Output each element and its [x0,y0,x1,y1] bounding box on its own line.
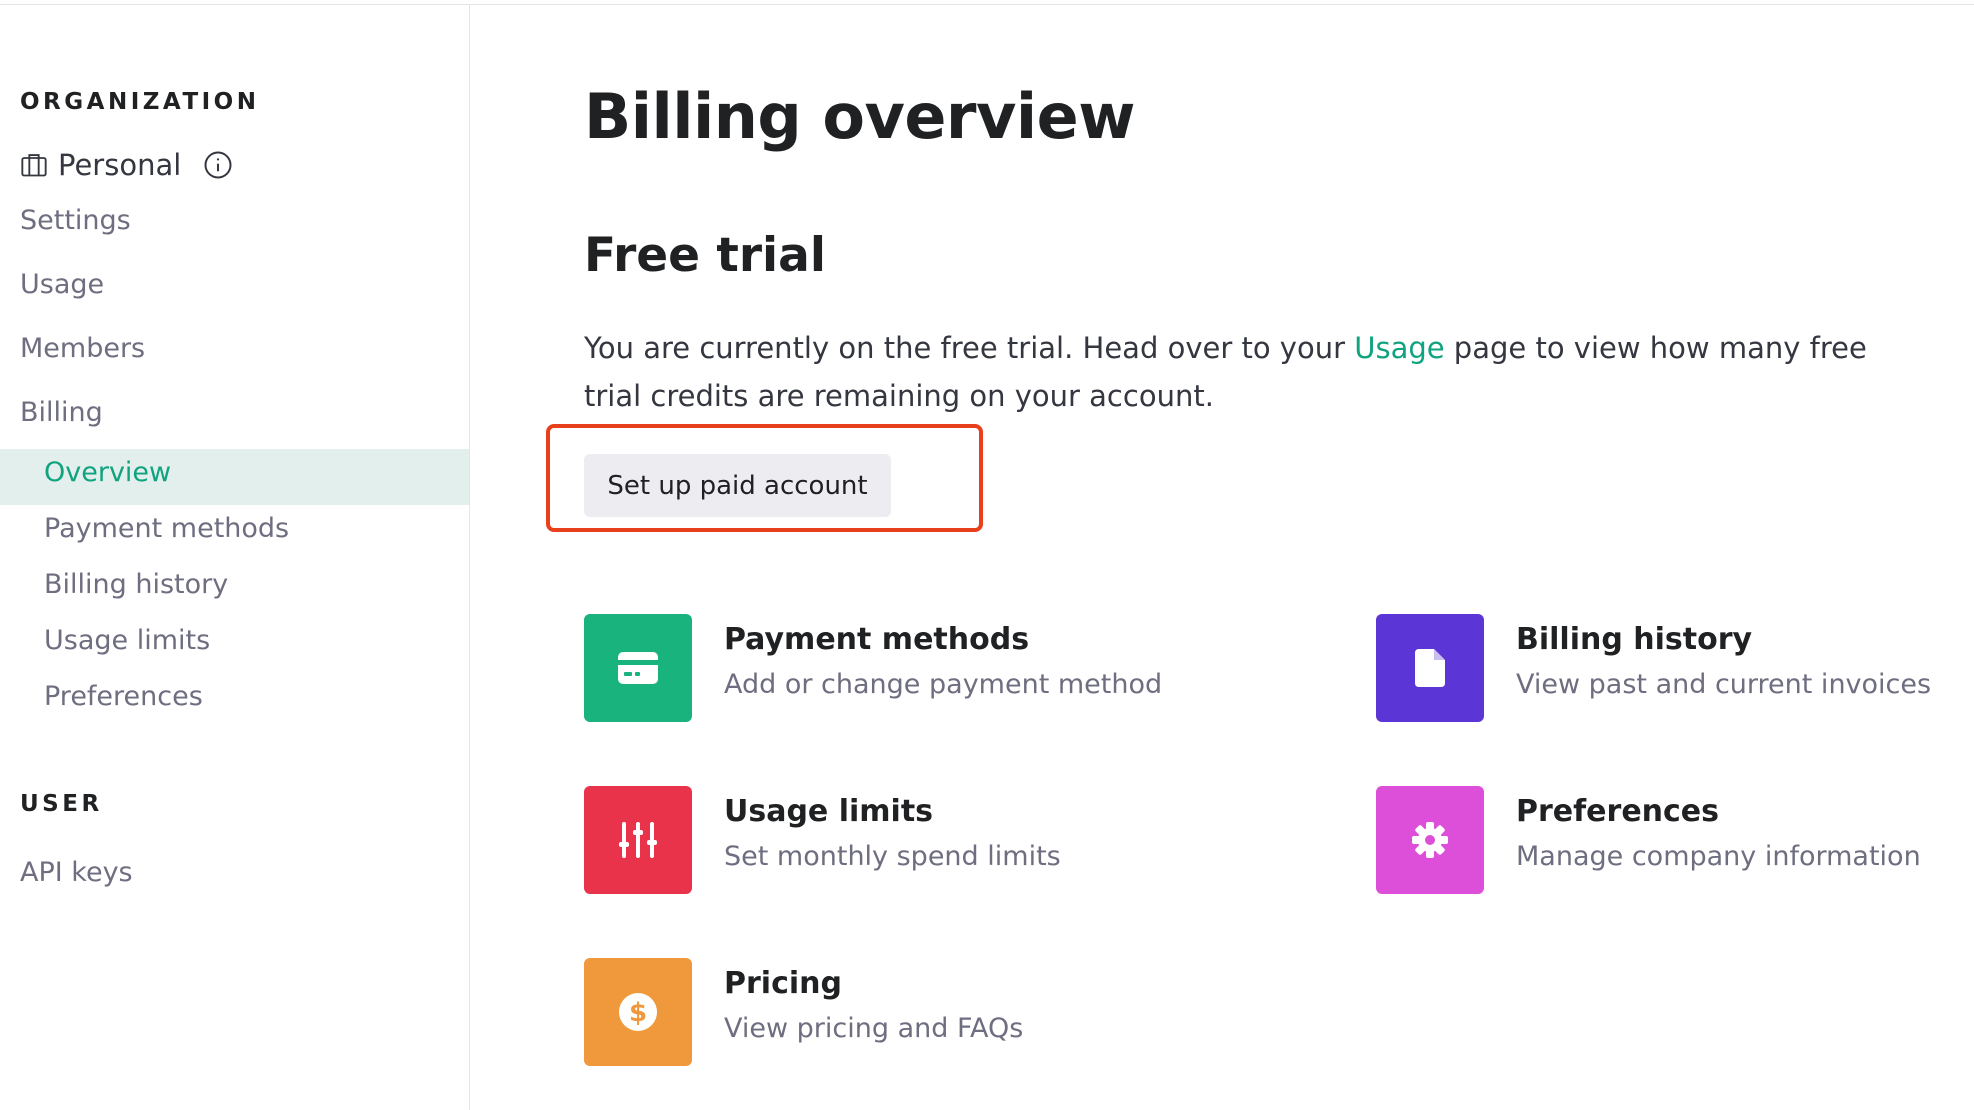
page-title: Billing overview [584,80,1136,153]
org-name: Personal [58,148,182,182]
card-description: View pricing and FAQs [724,1013,1024,1044]
sidebar-item-settings[interactable]: Settings [20,205,131,236]
sidebar-item-members[interactable]: Members [20,333,145,364]
sidebar-item-usage-limits[interactable]: Usage limits [44,625,210,656]
sidebar-item-billing[interactable]: Billing [20,397,103,428]
sliders-icon [619,822,657,858]
card-description: View past and current invoices [1516,669,1932,700]
sidebar-item-preferences[interactable]: Preferences [44,681,203,712]
user-section-label: USER [20,791,103,817]
card-title: Preferences [1516,794,1720,829]
pricing-tile: $ [584,958,692,1066]
description-text-before: You are currently on the free trial. Hea… [584,331,1355,365]
org-selector[interactable]: Personal [20,145,233,185]
dollar-icon: $ [619,993,657,1031]
card-billing-history[interactable]: Billing history View past and current in… [1376,614,1931,722]
document-icon [1415,649,1445,687]
card-title: Billing history [1516,622,1753,657]
svg-text:$: $ [629,998,647,1028]
sidebar-item-usage[interactable]: Usage [20,269,104,300]
card-pricing[interactable]: $ Pricing View pricing and FAQs [584,958,1023,1066]
briefcase-icon [21,154,47,177]
preferences-tile [1376,786,1484,894]
free-trial-description: You are currently on the free trial. Hea… [584,324,1914,420]
card-description: Manage company information [1516,841,1921,872]
card-payment-methods[interactable]: Payment methods Add or change payment me… [584,614,1162,722]
sidebar-item-overview[interactable]: Overview [44,457,171,488]
history-tile [1376,614,1484,722]
card-description: Set monthly spend limits [724,841,1061,872]
sidebar-item-payment-methods[interactable]: Payment methods [44,513,289,544]
sidebar-item-billing-history[interactable]: Billing history [44,569,228,600]
usage-link[interactable]: Usage [1354,331,1444,365]
set-up-paid-account-button[interactable]: Set up paid account [584,454,891,517]
card-usage-limits[interactable]: Usage limits Set monthly spend limits [584,786,1061,894]
sidebar-item-api-keys[interactable]: API keys [20,857,133,888]
gear-icon [1412,822,1448,858]
payment-tile [584,614,692,722]
card-title: Payment methods [724,622,1030,657]
card-preferences[interactable]: Preferences Manage company information [1376,786,1921,894]
credit-card-icon [618,652,658,684]
card-title: Usage limits [724,794,934,829]
sidebar: ORGANIZATION Personal Settings Usage Mem… [0,5,470,1110]
card-description: Add or change payment method [724,669,1163,700]
info-icon[interactable] [203,150,233,180]
section-title: Free trial [584,228,826,283]
card-title: Pricing [724,966,842,1001]
limits-tile [584,786,692,894]
organization-section-label: ORGANIZATION [20,89,260,115]
